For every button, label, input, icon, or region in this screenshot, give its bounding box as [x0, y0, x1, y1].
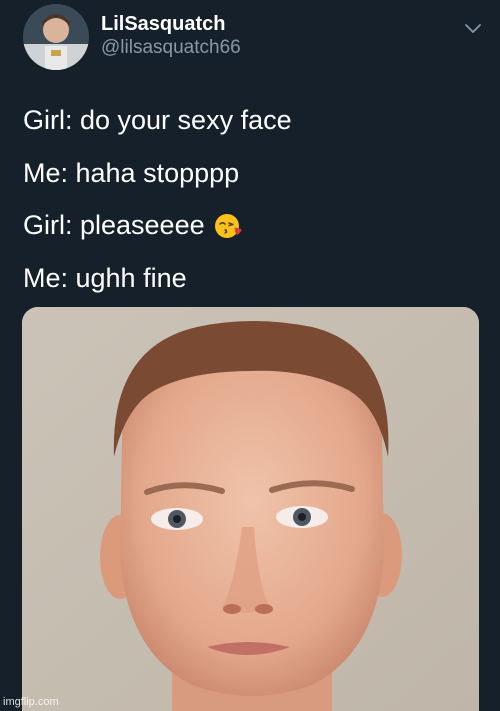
- tweet-line-text: Me: haha stopppp: [23, 157, 240, 188]
- tweet-line-text: Me: ughh fine: [23, 262, 187, 293]
- face-photo: [22, 307, 479, 711]
- tweet-line: Me: haha stopppp: [23, 157, 483, 190]
- avatar-image: [23, 4, 89, 70]
- tweet-header: LilSasquatch @lilsasquatch66: [23, 4, 483, 74]
- user-handle[interactable]: @lilsasquatch66: [101, 36, 241, 60]
- face-blowing-kiss-icon: [213, 211, 243, 241]
- chevron-down-icon[interactable]: [463, 18, 483, 38]
- tweet-line-text: Girl: pleaseeee: [23, 210, 205, 240]
- tweet-line: Me: ughh fine: [23, 262, 483, 295]
- display-name[interactable]: LilSasquatch: [101, 12, 241, 36]
- tweet-photo[interactable]: [22, 307, 479, 711]
- avatar[interactable]: [23, 4, 89, 70]
- user-names: LilSasquatch @lilsasquatch66: [101, 12, 241, 60]
- tweet-line: Girl: pleaseeee: [23, 209, 483, 242]
- watermark: imgflip.com: [3, 696, 59, 708]
- tweet-line-text: Girl: do your sexy face: [23, 105, 292, 135]
- tweet-text: Girl: do your sexy face Me: haha stopppp…: [23, 104, 483, 314]
- tweet-line: Girl: do your sexy face: [23, 104, 483, 137]
- tweet-card: LilSasquatch @lilsasquatch66 Girl: do yo…: [0, 0, 500, 711]
